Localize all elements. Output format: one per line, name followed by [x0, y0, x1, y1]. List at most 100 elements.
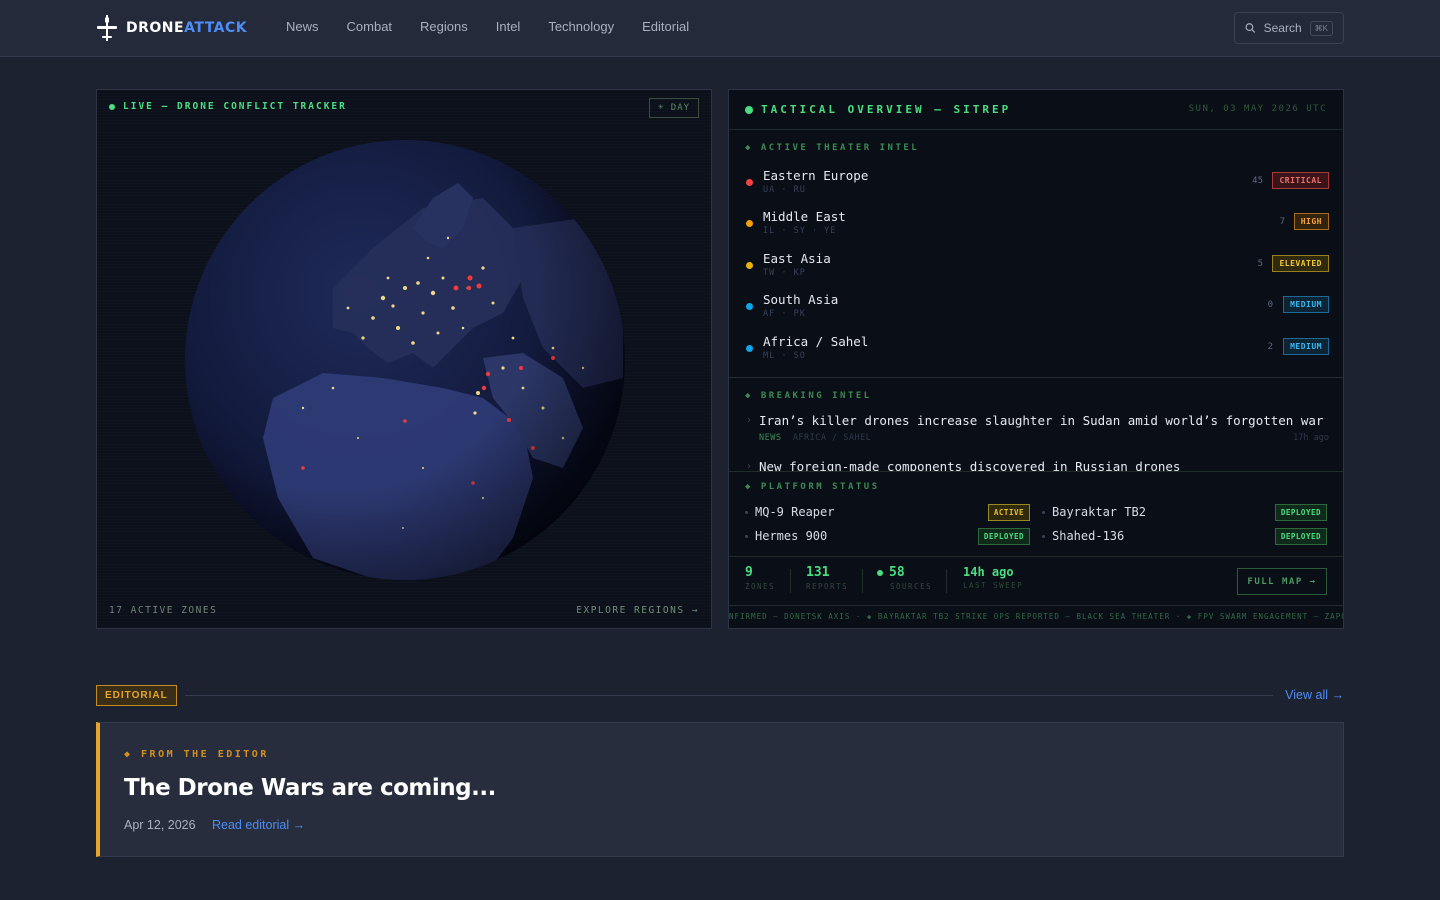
- threat-badge: MEDIUM: [1283, 296, 1329, 313]
- main-nav: News Combat Regions Intel Technology Edi…: [286, 19, 689, 34]
- tracker-title: LIVE — DRONE CONFLICT TRACKER: [123, 101, 347, 112]
- theater-count: 7: [1279, 217, 1285, 227]
- drone-plane-icon: [97, 15, 117, 41]
- read-editorial-link[interactable]: Read editorial →: [212, 818, 305, 832]
- site-logo[interactable]: DRONEATTACK: [96, 14, 247, 42]
- breaking-tag: NEWS: [759, 433, 782, 443]
- threat-dot-icon: [746, 303, 753, 310]
- stats-bar: 9 ZONES 131 REPORTS 58 SOURCES 14h ago L…: [729, 556, 1343, 606]
- theater-count: 45: [1252, 176, 1263, 186]
- theater-row[interactable]: South Asia AF · PK 0 MEDIUM: [745, 290, 1329, 326]
- platform-name: Shahed-136: [1052, 529, 1125, 543]
- nav-regions[interactable]: Regions: [420, 19, 468, 34]
- platform-name: Hermes 900: [755, 529, 828, 543]
- search-button[interactable]: Search ⌘K: [1234, 12, 1344, 44]
- threat-badge: ELEVATED: [1272, 255, 1329, 272]
- theater-row[interactable]: East Asia TW · KP 5 ELEVATED: [745, 249, 1329, 285]
- logo-text-drone: DRONE: [126, 20, 185, 36]
- editorial-section-tag: EDITORIAL: [96, 685, 177, 706]
- threat-dot-icon: [746, 179, 753, 186]
- section-divider: [185, 695, 1273, 696]
- platform-status-badge: ACTIVE: [987, 504, 1030, 521]
- sources-dot-icon: [877, 569, 883, 576]
- section-divider: [729, 377, 1343, 378]
- threat-dot-icon: [746, 345, 753, 352]
- theater-name: Middle East: [763, 209, 846, 224]
- stat-last-sweep: 14h ago LAST SWEEP: [963, 565, 1024, 590]
- threat-badge: MEDIUM: [1283, 338, 1329, 355]
- chevron-right-icon: ›: [746, 415, 753, 426]
- breaking-time: 17h ago: [1293, 433, 1329, 443]
- conflict-tracker-panel: LIVE — DRONE CONFLICT TRACKER ☀ DAY 17 A…: [96, 89, 712, 629]
- breaking-section-label: ◆ BREAKING INTEL: [745, 391, 872, 401]
- nav-combat[interactable]: Combat: [347, 19, 393, 34]
- editorial-date: Apr 12, 2026: [124, 818, 196, 832]
- platform-name: Bayraktar TB2: [1052, 505, 1146, 519]
- sitrep-date: SUN, 03 MAY 2026 UTC: [1188, 104, 1327, 114]
- nav-editorial[interactable]: Editorial: [642, 19, 689, 34]
- theater-countries: AF · PK: [763, 309, 806, 319]
- theater-row[interactable]: Middle East IL · SY · YE 7 HIGH: [745, 207, 1329, 243]
- theater-countries: TW · KP: [763, 268, 806, 278]
- theater-name: East Asia: [763, 251, 831, 266]
- stat-reports: 131 REPORTS: [806, 565, 849, 591]
- nav-news[interactable]: News: [286, 19, 319, 34]
- full-map-button[interactable]: FULL MAP →: [1237, 568, 1327, 595]
- theater-name: South Asia: [763, 292, 839, 307]
- search-icon: [1245, 23, 1256, 33]
- threat-badge: HIGH: [1293, 213, 1329, 230]
- breaking-region: AFRICA / SAHEL: [792, 433, 872, 443]
- search-shortcut: ⌘K: [1309, 20, 1333, 36]
- sitrep-title: TACTICAL OVERVIEW — SITREP: [761, 103, 1012, 116]
- threat-badge: CRITICAL: [1272, 172, 1329, 189]
- search-label: Search: [1263, 21, 1302, 35]
- news-ticker: NFIRMED — DONETSK AXIS · ◆ BAYRAKTAR TB2…: [729, 612, 1343, 621]
- breaking-title: Iran’s killer drones increase slaughter …: [759, 413, 1324, 428]
- sitrep-header: TACTICAL OVERVIEW — SITREP SUN, 03 MAY 2…: [729, 90, 1343, 130]
- view-all-link[interactable]: View all →: [1285, 688, 1344, 702]
- theater-section-label: ◆ ACTIVE THEATER INTEL: [745, 143, 920, 153]
- editorial-title[interactable]: The Drone Wars are coming...: [124, 775, 496, 801]
- platform-row[interactable]: MQ-9 Reaper ACTIVE: [745, 504, 1030, 522]
- day-toggle-button[interactable]: ☀ DAY: [649, 98, 699, 118]
- platform-status-badge: DEPLOYED: [1274, 528, 1327, 545]
- sitrep-panel: TACTICAL OVERVIEW — SITREP SUN, 03 MAY 2…: [728, 89, 1344, 629]
- theater-count: 5: [1257, 259, 1263, 269]
- breaking-item[interactable]: › New foreign-made components discovered…: [745, 459, 1329, 471]
- threat-dot-icon: [746, 262, 753, 269]
- editorial-kicker: ◆ FROM THE EDITOR: [124, 749, 269, 760]
- nav-intel[interactable]: Intel: [496, 19, 521, 34]
- theater-name: Eastern Europe: [763, 168, 869, 183]
- threat-dot-icon: [746, 220, 753, 227]
- theater-countries: UA · RU: [763, 185, 806, 195]
- platform-row[interactable]: Hermes 900 DEPLOYED: [745, 528, 1030, 546]
- nav-technology[interactable]: Technology: [548, 19, 614, 34]
- platform-row[interactable]: Bayraktar TB2 DEPLOYED: [1042, 504, 1327, 522]
- breaking-item[interactable]: › Iran’s killer drones increase slaughte…: [745, 413, 1329, 449]
- theater-row[interactable]: Africa / Sahel ML · SO 2 MEDIUM: [745, 332, 1329, 368]
- platform-section-label: ◆ PLATFORM STATUS: [745, 482, 880, 492]
- breaking-title: New foreign-made components discovered i…: [759, 459, 1181, 471]
- platform-status-badge: DEPLOYED: [977, 528, 1030, 545]
- stat-sources: 58 SOURCES: [877, 565, 932, 591]
- theater-row[interactable]: Eastern Europe UA · RU 45 CRITICAL: [745, 166, 1329, 202]
- theater-count: 2: [1267, 342, 1273, 352]
- platform-name: MQ-9 Reaper: [755, 505, 835, 519]
- live-dot-icon: [109, 103, 115, 110]
- theater-countries: IL · SY · YE: [763, 226, 837, 236]
- stat-zones: 9 ZONES: [745, 565, 776, 591]
- editorial-card[interactable]: ◆ FROM THE EDITOR The Drone Wars are com…: [96, 722, 1344, 857]
- explore-regions-link[interactable]: EXPLORE REGIONS →: [576, 605, 699, 616]
- section-divider: [729, 471, 1343, 472]
- theater-countries: ML · SO: [763, 351, 806, 361]
- site-header: DRONEATTACK News Combat Regions Intel Te…: [0, 0, 1440, 57]
- platform-row[interactable]: Shahed-136 DEPLOYED: [1042, 528, 1327, 546]
- platform-status-badge: DEPLOYED: [1274, 504, 1327, 521]
- status-dot-icon: [745, 105, 753, 114]
- active-zones-count: 17 ACTIVE ZONES: [109, 605, 218, 616]
- logo-text-attack: ATTACK: [184, 20, 248, 36]
- chevron-right-icon: ›: [746, 461, 753, 471]
- theater-count: 0: [1267, 300, 1273, 310]
- theater-name: Africa / Sahel: [763, 334, 869, 349]
- globe-map[interactable]: [183, 138, 627, 582]
